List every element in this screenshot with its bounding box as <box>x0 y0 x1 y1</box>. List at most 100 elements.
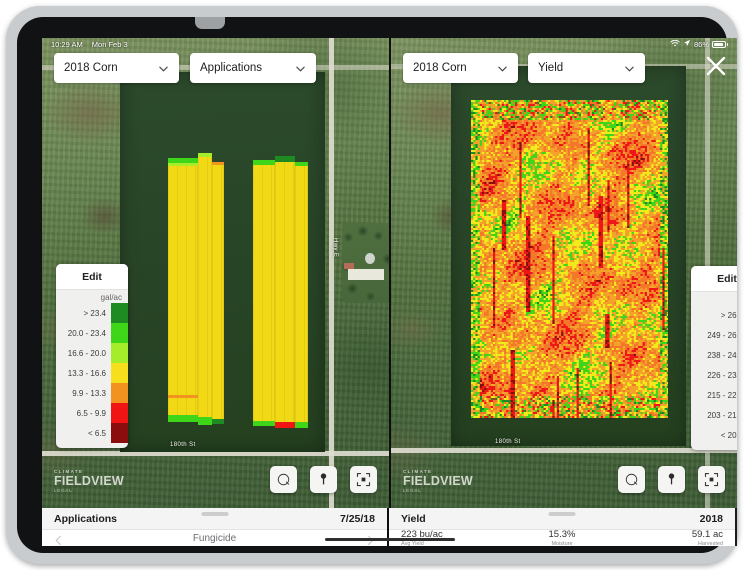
legend-row: 16.6 - 20.0 <box>56 343 128 363</box>
legend-range-label: > 23.4 <box>83 308 106 318</box>
legend-range-label: 249 - 261 <box>707 330 737 340</box>
road-label-left: 180th St <box>170 442 196 448</box>
legend-row: 13.3 - 16.6 <box>56 363 128 383</box>
legend-units-right: bu/ac <box>691 292 737 305</box>
legend-range-label: 9.9 - 13.3 <box>72 388 106 398</box>
crop-selector-left-label: 2018 Corn <box>64 62 118 74</box>
chevron-down-icon <box>158 63 169 74</box>
chevron-down-icon <box>295 63 306 74</box>
legend-range-label: 13.3 - 16.6 <box>67 368 106 378</box>
marker-button-right[interactable] <box>658 466 685 493</box>
road-label-vertical-left: Hwy E <box>332 238 338 258</box>
sheet-date-right: 2018 <box>699 512 723 525</box>
layer-selector-right[interactable]: Yield <box>528 53 645 83</box>
legend-row: 20.0 - 23.4 <box>56 323 128 343</box>
sheet-title-left: Applications <box>54 512 118 525</box>
legend-color-swatch <box>111 383 128 403</box>
crop-selector-right-label: 2018 Corn <box>413 62 467 74</box>
map-controls-right <box>618 466 725 493</box>
watermark-name-right: FIELDVIEW <box>403 474 473 488</box>
application-strip-east-c <box>295 162 308 428</box>
application-strip-east <box>253 160 275 426</box>
rotate-button-left[interactable] <box>270 466 297 493</box>
legend-edit-button-right[interactable]: Edit <box>691 266 737 292</box>
farmstead-left <box>342 223 389 303</box>
map-pane-applications[interactable]: Hwy E 180th St 2018 Corn Applications Ed… <box>42 38 389 508</box>
yield-stat-value: 15.3% <box>548 529 576 540</box>
close-x-icon <box>706 56 726 76</box>
crop-selector-left[interactable]: 2018 Corn <box>54 53 179 83</box>
legend-range-label: 6.5 - 9.9 <box>76 408 106 418</box>
watermark-legal-right: LEGAL <box>403 488 422 493</box>
chevron-down-icon <box>497 63 508 74</box>
map-controls-left <box>270 466 377 493</box>
road-label-right: 180th St <box>495 439 521 445</box>
ipad-device-frame: Hwy E 180th St 2018 Corn Applications Ed… <box>6 6 738 564</box>
chevron-left-icon[interactable] <box>54 533 63 545</box>
yield-stat-label: Avg Yield <box>401 541 424 546</box>
legend-color-swatch <box>111 343 128 363</box>
road-vertical-left <box>329 38 334 508</box>
home-indicator[interactable] <box>324 538 455 541</box>
sheet-date-left: 7/25/18 <box>339 512 375 525</box>
road-horizontal-right <box>391 448 737 453</box>
legend-rows-left: > 23.4 20.0 - 23.4 16.6 - 20.0 13.3 - 16.6 9… <box>56 303 128 448</box>
rotate-button-right[interactable] <box>618 466 645 493</box>
legend-panel-yield[interactable]: Edit bu/ac > 261 249 - 261 238 - 249 226 - … <box>691 266 737 450</box>
yield-stat-value: 59.1 ac <box>691 529 723 540</box>
sheet-drag-handle-left[interactable] <box>201 512 228 516</box>
legend-panel-applications[interactable]: Edit gal/ac > 23.4 20.0 - 23.4 16.6 - 20.0… <box>56 264 128 448</box>
legend-range-label: 20.0 - 23.4 <box>67 328 106 338</box>
crop-selector-right[interactable]: 2018 Corn <box>403 53 518 83</box>
legend-range-label: < 6.5 <box>87 428 106 438</box>
legend-range-label: 16.6 - 20.0 <box>67 348 106 358</box>
legend-row: 238 - 249 <box>691 345 737 365</box>
fieldview-watermark-right: CLIMATE FIELDVIEW LEGAL <box>403 469 473 494</box>
fit-bounds-button-left[interactable] <box>350 466 377 493</box>
map-pane-yield[interactable]: 180th St 2018 Corn Yield Edit > 26 249 -… <box>391 38 737 508</box>
yield-heatmap-canvas <box>471 100 668 418</box>
application-strip-west-b <box>198 153 212 425</box>
legend-row: 6.5 - 9.9 <box>56 403 128 423</box>
legend-color-swatch <box>111 323 128 343</box>
sheet-drag-handle-right[interactable] <box>548 512 576 516</box>
fieldview-watermark-left: CLIMATE FIELDVIEW LEGAL <box>54 469 124 494</box>
legend-row: 249 - 261 <box>691 325 737 345</box>
layer-selector-left[interactable]: Applications <box>190 53 316 83</box>
application-strip-east-b <box>275 156 295 428</box>
chevron-down-icon <box>624 63 635 74</box>
yield-stat: 15.3% Moisture <box>508 529 615 547</box>
layer-selector-right-label: Yield <box>538 62 564 74</box>
marker-button-left[interactable] <box>310 466 337 493</box>
watermark-legal-left: LEGAL <box>54 488 73 493</box>
sheet-title-right: Yield <box>401 512 426 525</box>
legend-row: > 261 <box>691 305 737 325</box>
legend-range-label: 215 - 226 <box>707 390 737 400</box>
application-strip-west-c <box>212 162 224 424</box>
legend-range-label: 226 - 238 <box>707 370 737 380</box>
close-comparison-button[interactable] <box>699 49 733 83</box>
legend-color-swatch <box>111 403 128 423</box>
layer-selector-left-label: Applications <box>200 62 263 74</box>
legend-color-swatch <box>111 363 128 383</box>
legend-color-swatch <box>111 303 128 323</box>
selector-row-right: 2018 Corn Yield <box>403 53 725 83</box>
legend-edit-button-left[interactable]: Edit <box>56 264 128 290</box>
yield-stat-label: Harvested <box>697 541 723 546</box>
legend-row: 226 - 238 <box>691 365 737 385</box>
selector-row-left: 2018 Corn Applications <box>54 53 377 83</box>
pane-divider <box>389 38 391 508</box>
yield-stat: 59.1 ac Harvested <box>616 529 723 547</box>
legend-range-label: 203 - 215 <box>707 410 737 420</box>
legend-rows-right: > 261 249 - 261 238 - 249 226 - 238 215 - 22… <box>691 305 737 450</box>
camera-notch <box>195 17 225 29</box>
legend-range-label: > 261 <box>720 310 737 320</box>
legend-row: < 6.5 <box>56 423 128 443</box>
legend-row: 9.9 - 13.3 <box>56 383 128 403</box>
sheet-nav-label-left: Fungicide <box>192 532 237 544</box>
legend-row: 215 - 226 <box>691 385 737 405</box>
yield-heatmap <box>471 100 668 418</box>
fit-bounds-button-right[interactable] <box>698 466 725 493</box>
legend-color-swatch <box>111 423 128 443</box>
legend-range-label: 238 - 249 <box>707 350 737 360</box>
